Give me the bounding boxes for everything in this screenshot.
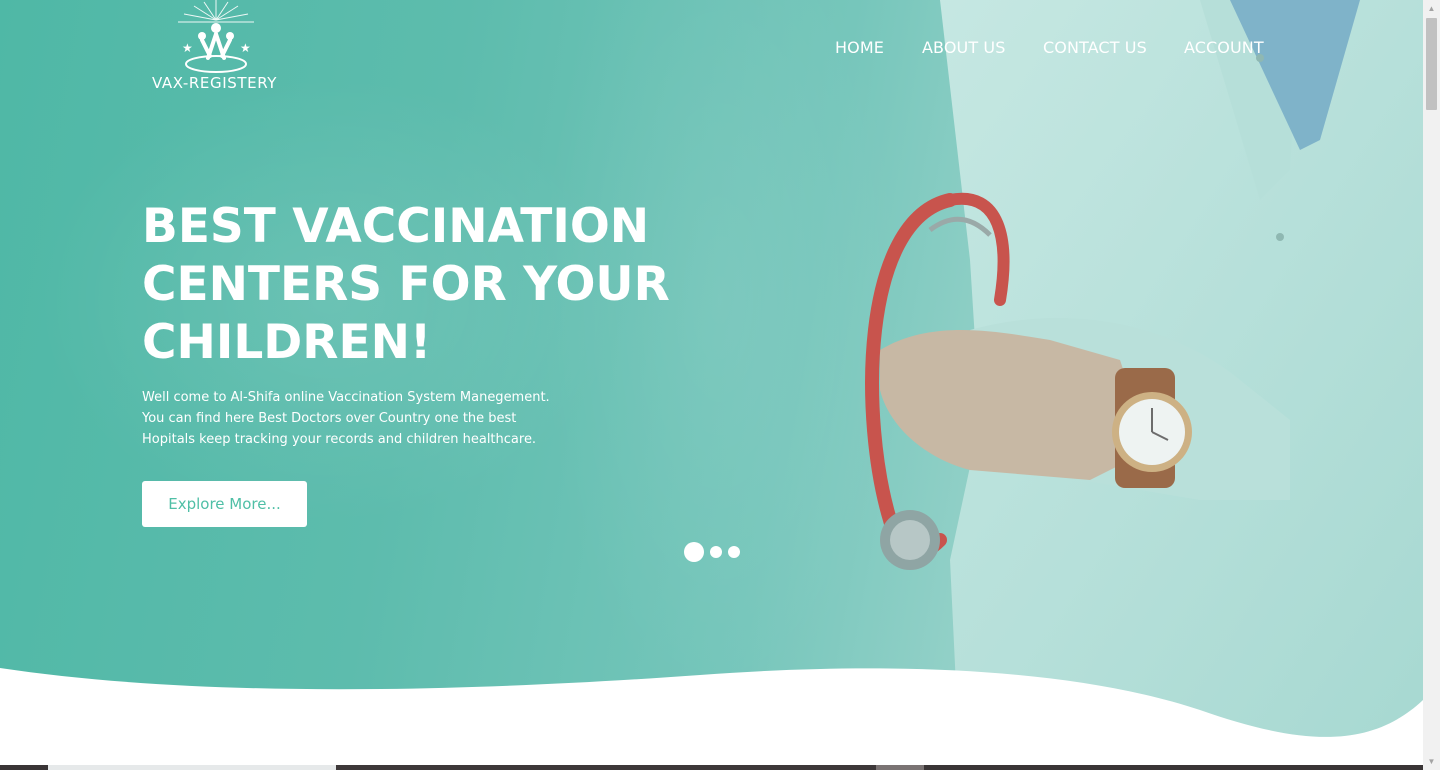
page: ★ ★ VAX-REGISTERY HOME ABOUT US CONTACT … bbox=[0, 0, 1423, 770]
nav-item-account[interactable]: ACCOUNT bbox=[1184, 38, 1264, 57]
hero-headline: BEST VACCINATION CENTERS FOR YOUR CHILDR… bbox=[142, 198, 702, 372]
next-section-peek bbox=[876, 765, 924, 770]
hero-intro-line: You can find here Best Doctors over Coun… bbox=[142, 411, 517, 426]
scrollbar-thumb[interactable] bbox=[1426, 18, 1437, 110]
hero-headline-line: CENTERS FOR YOUR bbox=[142, 257, 670, 312]
main-nav: HOME ABOUT US CONTACT US ACCOUNT bbox=[0, 38, 1423, 62]
carousel-dot[interactable] bbox=[710, 546, 722, 558]
next-section-peek bbox=[924, 765, 1423, 770]
next-section-peek bbox=[0, 765, 48, 770]
scroll-up-arrow-icon[interactable]: ▲ bbox=[1423, 0, 1440, 17]
nav-item-contact-us[interactable]: CONTACT US bbox=[1043, 38, 1147, 57]
hero-intro-line: Hopitals keep tracking your records and … bbox=[142, 432, 537, 447]
hero-wave bbox=[0, 668, 1423, 770]
hero-intro: Well come to Al-Shifa online Vaccination… bbox=[142, 387, 562, 450]
vertical-scrollbar[interactable]: ▲ ▼ bbox=[1423, 0, 1440, 770]
next-section-peek bbox=[336, 765, 876, 770]
carousel-dot[interactable] bbox=[728, 546, 740, 558]
hero-intro-line: Well come to Al-Shifa online Vaccination… bbox=[142, 390, 550, 405]
explore-more-button[interactable]: Explore More... bbox=[142, 481, 307, 527]
family-sunburst-logo-icon: ★ ★ bbox=[178, 0, 254, 73]
hero-headline-line: CHILDREN! bbox=[142, 315, 432, 370]
hero-section: ★ ★ VAX-REGISTERY HOME ABOUT US CONTACT … bbox=[0, 0, 1423, 770]
brand-name: VAX-REGISTERY bbox=[152, 74, 278, 92]
next-section-peek bbox=[48, 765, 336, 770]
scroll-down-arrow-icon[interactable]: ▼ bbox=[1423, 753, 1440, 770]
nav-item-about-us[interactable]: ABOUT US bbox=[922, 38, 1005, 57]
carousel-dot-active[interactable] bbox=[684, 542, 704, 562]
hero-headline-line: BEST VACCINATION bbox=[142, 199, 650, 254]
nav-item-home[interactable]: HOME bbox=[835, 38, 884, 57]
